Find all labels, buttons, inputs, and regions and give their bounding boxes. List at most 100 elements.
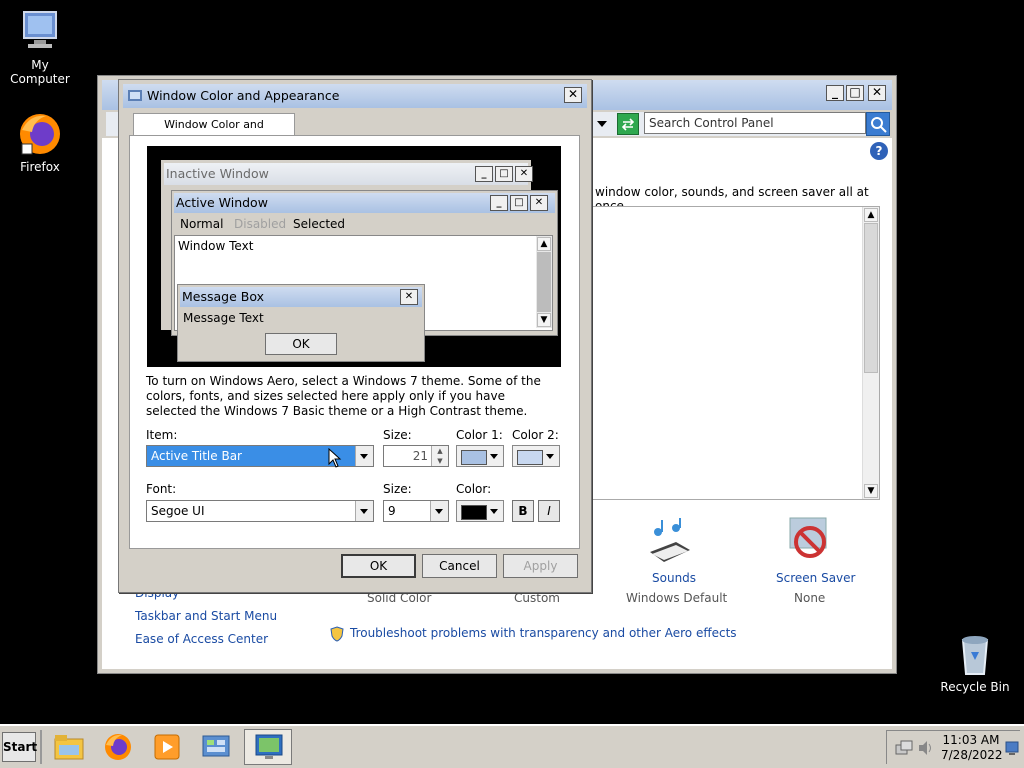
color2-button[interactable] (512, 445, 560, 467)
apply-button[interactable]: Apply (503, 554, 578, 578)
preview-msgbox-text: Message Text (183, 311, 264, 325)
tab-window-color[interactable]: Window Color and Appearance (133, 113, 295, 153)
file-explorer-icon[interactable] (52, 731, 86, 763)
dialog-titlebar: Window Color and Appearance (123, 84, 587, 108)
scroll-thumb[interactable] (864, 223, 878, 373)
preview-msgbox-title: Message Box (180, 287, 422, 307)
refresh-icon[interactable] (617, 113, 639, 135)
shield-icon (329, 626, 345, 642)
chevron-down-icon[interactable] (355, 501, 373, 521)
cancel-button[interactable]: Cancel (422, 554, 497, 578)
preview-msgbox-close-icon: ✕ (400, 289, 418, 305)
screen-saver-link[interactable]: Screen Saver (776, 571, 855, 585)
preview-scrollbar: ▲ ▼ (536, 236, 552, 328)
preview-menu-selected: Selected (293, 217, 346, 231)
preview-maximize-icon: □ (495, 166, 513, 182)
media-player-icon[interactable] (150, 731, 184, 763)
firefox-icon (16, 110, 64, 158)
font-select[interactable]: Segoe UI (146, 500, 374, 522)
preview-scroll-down-icon: ▼ (537, 313, 551, 327)
help-icon[interactable]: ? (870, 142, 888, 160)
dialog-close-button[interactable]: ✕ (564, 87, 582, 103)
search-input[interactable]: Search Control Panel (644, 112, 866, 134)
chevron-down-icon (486, 501, 503, 521)
aero-description: To turn on Windows Aero, select a Window… (146, 374, 541, 418)
color-value: Custom (514, 591, 560, 605)
search-icon[interactable] (866, 112, 890, 136)
start-button[interactable]: Start (2, 732, 37, 762)
clock-time: 11:03 AM (942, 733, 1000, 747)
italic-button[interactable]: I (538, 500, 560, 522)
preview-area: Inactive Window _ □ ✕ Active Window _ □ … (147, 146, 561, 367)
font-label: Font: (146, 482, 177, 496)
maximize-button[interactable]: □ (846, 85, 864, 101)
chevron-down-icon (542, 446, 559, 466)
minimize-button[interactable]: _ (826, 85, 844, 101)
item-select-value: Active Title Bar (151, 449, 242, 463)
preview-minimize-icon: _ (490, 195, 508, 211)
spin-arrows-icon[interactable]: ▲ ▼ (431, 446, 448, 466)
scroll-down-arrow-icon[interactable]: ▼ (864, 484, 878, 498)
preview-minimize-icon: _ (475, 166, 493, 182)
dialog-title: Window Color and Appearance (147, 88, 340, 103)
control-panel-icon[interactable] (199, 731, 233, 763)
bold-button[interactable]: B (512, 500, 534, 522)
screen-saver-icon[interactable] (786, 516, 834, 564)
desktop-icon-recycle-bin[interactable]: Recycle Bin (935, 630, 1015, 694)
address-dropdown-icon[interactable] (595, 114, 609, 132)
ease-of-access-link[interactable]: Ease of Access Center (135, 632, 268, 646)
recycle-bin-icon (951, 630, 999, 678)
color2-label: Color 2: (512, 428, 559, 442)
font-size-value: 9 (388, 504, 396, 518)
font-color-label: Color: (456, 482, 492, 496)
dialog-app-icon (127, 88, 143, 104)
desktop-icon-label: Recycle Bin (940, 680, 1010, 694)
close-button[interactable]: ✕ (868, 85, 886, 101)
font-size-select[interactable]: 9 (383, 500, 449, 522)
desktop-icon-label: Firefox (20, 160, 60, 174)
taskbar-divider (40, 730, 42, 764)
desktop-icon-firefox[interactable]: Firefox (0, 110, 80, 174)
preview-inactive-title: Inactive Window (164, 163, 528, 185)
taskbar-active-window-button[interactable] (244, 729, 292, 765)
network-icon[interactable] (895, 739, 913, 757)
sounds-value: Windows Default (626, 591, 728, 605)
preview-menu-normal: Normal (180, 217, 224, 231)
preview-scroll-up-icon: ▲ (537, 237, 551, 251)
ok-button[interactable]: OK (341, 554, 416, 578)
scroll-up-arrow-icon[interactable]: ▲ (864, 208, 878, 222)
desktop-icon-label: My Computer (10, 58, 70, 86)
preview-message-box: Message Box ✕ Message Text OK (177, 284, 425, 362)
font-size-label: Size: (383, 482, 412, 496)
theme-list[interactable]: ▲ ▼ (590, 206, 880, 500)
mouse-cursor-icon (328, 447, 342, 468)
clock[interactable]: 11:03 AM 7/28/2022 (941, 733, 1003, 763)
sounds-icon[interactable] (646, 516, 696, 566)
troubleshoot-aero-link[interactable]: Troubleshoot problems with transparency … (350, 626, 737, 640)
item-label: Item: (146, 428, 178, 442)
font-color-swatch (461, 505, 487, 520)
preview-scroll-thumb (537, 252, 551, 312)
chevron-down-icon[interactable] (355, 446, 373, 466)
sounds-link[interactable]: Sounds (652, 571, 696, 585)
font-select-value: Segoe UI (151, 504, 205, 518)
item-size-value: 21 (412, 449, 428, 463)
taskbar: Start 11:03 AM 7/28/2022 (0, 724, 1024, 768)
font-color-button[interactable] (456, 500, 504, 522)
item-size-spinner[interactable]: 21 ▲ ▼ (383, 445, 449, 467)
desktop-icon-my-computer[interactable]: My Computer (0, 8, 80, 86)
screen-saver-value: None (794, 591, 826, 605)
color2-swatch (517, 450, 543, 465)
size-label: Size: (383, 428, 412, 442)
preview-menu-disabled: Disabled (234, 217, 287, 231)
display-settings-icon (252, 732, 286, 762)
volume-icon[interactable] (917, 739, 935, 757)
preview-window-text: Window Text (178, 239, 254, 253)
preview-close-icon: ✕ (515, 166, 533, 182)
show-desktop-icon[interactable] (1005, 740, 1019, 756)
color1-button[interactable] (456, 445, 504, 467)
firefox-icon[interactable] (101, 731, 135, 763)
taskbar-start-menu-link[interactable]: Taskbar and Start Menu (135, 609, 277, 623)
desktop-background-value: Solid Color (367, 591, 432, 605)
chevron-down-icon[interactable] (430, 501, 448, 521)
